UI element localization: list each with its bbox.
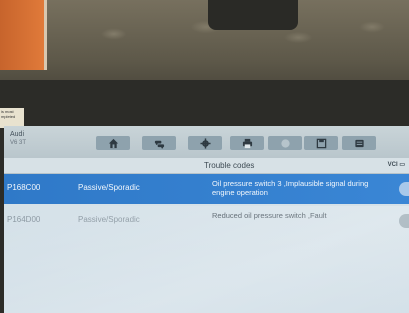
save-button[interactable] [304, 136, 338, 150]
dtc-status: Passive/Sporadic [78, 183, 140, 192]
vehicle-swap-button[interactable] [142, 136, 176, 150]
dtc-row[interactable]: P164D00 Passive/Sporadic Reduced oil pre… [4, 206, 409, 236]
home-button[interactable] [96, 136, 130, 150]
car-swap-icon [154, 140, 164, 149]
orange-object [0, 0, 47, 70]
log-icon [354, 139, 364, 147]
home-icon [108, 138, 118, 148]
help-button[interactable] [268, 136, 302, 150]
data-logging-button[interactable] [342, 136, 376, 150]
tablet-screen: Audi V6 3T Trouble codes VCI ▭ P168C00 P… [4, 126, 409, 313]
help-icon [280, 138, 290, 148]
gear-icon [199, 137, 211, 149]
top-toolbar: Audi V6 3T [4, 126, 409, 158]
row-detail-arrow-icon[interactable] [399, 182, 409, 196]
dtc-status: Passive/Sporadic [78, 215, 140, 224]
vci-label: VCI [387, 162, 398, 168]
dtc-row[interactable]: P168C00 Passive/Sporadic Oil pressure sw… [4, 174, 409, 204]
dtc-description: Oil pressure switch 3 ,Implausible signa… [212, 179, 369, 197]
print-button[interactable] [230, 136, 264, 150]
dtc-description: Reduced oil pressure switch ,Fault [212, 211, 327, 220]
dtc-code: P168C00 [7, 183, 41, 192]
sticker-line-2: mpleted [1, 114, 16, 119]
printer-icon [242, 138, 252, 148]
dark-device [208, 0, 298, 30]
vehicle-model: V6 3T [10, 140, 27, 146]
page-title: Trouble codes [204, 161, 255, 170]
settings-button[interactable] [188, 136, 222, 150]
bezel-sticker: is most mpleted [0, 108, 24, 128]
vehicle-make: Audi [10, 131, 25, 138]
row-detail-arrow-icon[interactable] [399, 214, 409, 228]
page-header: Trouble codes VCI ▭ [4, 158, 409, 174]
dtc-code: P164D00 [7, 215, 41, 224]
vci-status-badge: VCI ▭ [387, 162, 405, 168]
save-icon [316, 138, 326, 148]
vehicle-info: Audi V6 3T [10, 130, 26, 148]
